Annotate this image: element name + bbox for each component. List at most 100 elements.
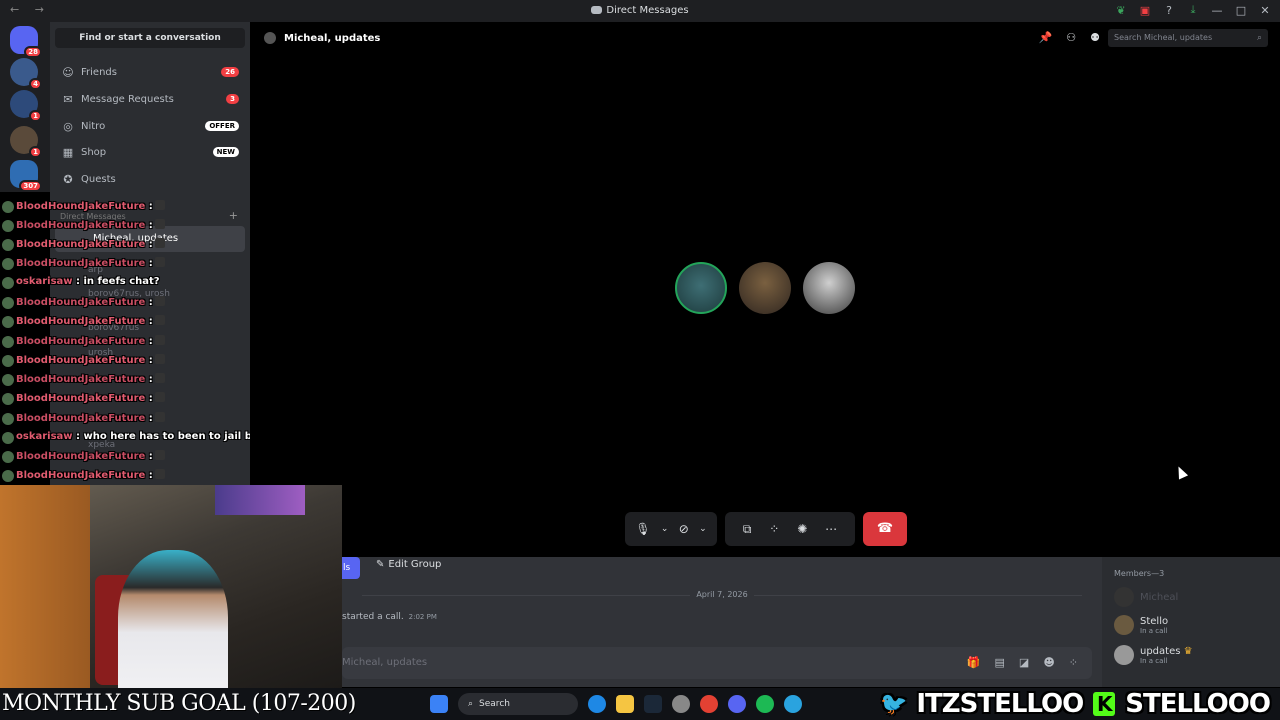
activities-icon[interactable]: ⁘	[769, 522, 779, 536]
details-tab[interactable]: ls	[342, 557, 360, 579]
chat-username: BloodHoundJakeFuture	[16, 239, 146, 250]
gift-icon[interactable]: 🎁	[967, 656, 981, 669]
nitro-icon: ◎	[63, 120, 73, 133]
search-input[interactable]: Search Micheal, updates ⌕	[1108, 29, 1268, 47]
members-icon[interactable]: ⚉	[1090, 31, 1100, 44]
end-call-button[interactable]: ☎	[863, 512, 907, 546]
chat-message: :	[148, 470, 153, 481]
chat-line: BloodHoundJakeFuture :	[16, 219, 165, 231]
message-input-actions: 🎁 ▤ ◪ ☻ ⁘	[967, 656, 1078, 669]
members-panel: Members—3 Micheal Stello In a call update…	[1102, 557, 1280, 687]
participant-avatar[interactable]	[675, 262, 727, 314]
member-status: In a call	[1140, 656, 1168, 665]
avatar	[1114, 645, 1134, 665]
chat-username: BloodHoundJakeFuture	[16, 316, 146, 327]
chrome-icon[interactable]	[700, 695, 718, 713]
search-icon: ⌕	[468, 699, 474, 709]
chat-message: :	[148, 355, 153, 366]
window-title-text: Direct Messages	[606, 5, 689, 16]
title-bar-controls: ❦ ▣ ? ⤓ — □ ✕	[1114, 3, 1272, 17]
chevron-down-icon[interactable]: ⌄	[699, 524, 707, 534]
edit-group-button[interactable]: ✎ Edit Group	[376, 559, 441, 570]
microphone-icon[interactable]: 🎙	[635, 522, 650, 536]
pencil-icon: ✎	[376, 559, 385, 570]
emote-icon	[154, 257, 165, 267]
find-conversation-button[interactable]: Find or start a conversation	[55, 28, 245, 48]
chat-avatar	[2, 374, 14, 386]
sticker-icon[interactable]: ◪	[1019, 656, 1029, 669]
chat-message: :	[148, 297, 153, 308]
help-icon[interactable]: ?	[1162, 3, 1176, 17]
sidebar-item-label: Message Requests	[81, 93, 174, 105]
chat-username: BloodHoundJakeFuture	[16, 336, 146, 347]
soundboard-icon[interactable]: ✺	[797, 522, 807, 536]
minimize-icon[interactable]: —	[1210, 3, 1224, 17]
search-placeholder: Search Micheal, updates	[1114, 33, 1213, 42]
server-icon[interactable]: 1	[10, 126, 42, 158]
sidebar-item-label: Friends	[81, 66, 117, 78]
sidebar-item-shop[interactable]: ▦ Shop NEW	[55, 140, 245, 164]
add-friend-icon[interactable]: ⚇	[1066, 31, 1076, 44]
chevron-down-icon[interactable]: ⌄	[661, 524, 669, 534]
inbox-icon[interactable]: ▣	[1138, 3, 1152, 17]
member-name: Micheal	[1140, 591, 1179, 603]
member-name: Stello	[1140, 615, 1169, 627]
spotify-icon[interactable]	[756, 695, 774, 713]
chat-avatar	[2, 336, 14, 348]
emote-icon	[154, 219, 165, 229]
more-icon[interactable]: ⋯	[825, 522, 837, 536]
server-badge: 1	[29, 146, 42, 158]
participant-avatar[interactable]	[803, 262, 855, 314]
app-icon[interactable]	[672, 695, 690, 713]
chat-line: BloodHoundJakeFuture :	[16, 373, 165, 385]
apps-icon[interactable]: ⁘	[1069, 656, 1078, 669]
chat-username: BloodHoundJakeFuture	[16, 470, 146, 481]
chat-line: BloodHoundJakeFuture :	[16, 450, 165, 462]
chat-avatar	[2, 258, 14, 270]
call-title: Micheal, updates	[284, 32, 381, 44]
member-item[interactable]: Micheal	[1114, 587, 1178, 607]
edge-icon[interactable]	[588, 695, 606, 713]
folder-icon[interactable]	[616, 695, 634, 713]
close-icon[interactable]: ✕	[1258, 3, 1272, 17]
participant-avatar[interactable]	[739, 262, 791, 314]
gif-icon[interactable]: ▤	[995, 656, 1005, 669]
sidebar-item-friends[interactable]: ☺ Friends 26	[55, 60, 245, 84]
chat-avatar	[2, 201, 14, 213]
steam-icon[interactable]	[644, 695, 662, 713]
chat-avatar	[2, 277, 14, 289]
emote-icon	[154, 296, 165, 306]
stream-bar: MONTHLY SUB GOAL (107-200) ⌕ Search 🐦 ITZ…	[0, 688, 1280, 720]
member-name: updates	[1140, 645, 1181, 657]
chat-message: :	[148, 336, 153, 347]
sidebar-item-message-requests[interactable]: ✉ Message Requests 3	[55, 87, 245, 111]
telegram-icon[interactable]	[784, 695, 802, 713]
camera-off-icon[interactable]: ⊘	[679, 522, 689, 536]
member-item[interactable]: Stello In a call	[1114, 615, 1168, 635]
member-item[interactable]: updates ♛ In a call	[1114, 645, 1193, 665]
taskbar: ⌕ Search	[430, 688, 870, 720]
member-name-row: updates ♛	[1140, 646, 1193, 657]
message-input[interactable]: Micheal, updates 🎁 ▤ ◪ ☻ ⁘	[342, 647, 1092, 679]
download-icon[interactable]: ⤓	[1186, 3, 1200, 17]
crown-icon: ♛	[1183, 645, 1193, 657]
pin-icon[interactable]: 📌	[1039, 31, 1053, 44]
maximize-icon[interactable]: □	[1234, 3, 1248, 17]
taskbar-search[interactable]: ⌕ Search	[458, 693, 578, 715]
sidebar-item-nitro[interactable]: ◎ Nitro OFFER	[55, 114, 245, 138]
emoji-icon[interactable]: ☻	[1043, 656, 1054, 669]
discord-icon[interactable]	[728, 695, 746, 713]
emote-icon	[154, 392, 165, 402]
streamer-image	[118, 550, 228, 690]
server-rail: 28 4 1 1 307	[0, 22, 50, 192]
windows-start-icon[interactable]	[430, 695, 448, 713]
home-server-icon[interactable]: 28	[10, 26, 42, 58]
chat-message: : in feefs chat?	[76, 276, 160, 287]
server-icon[interactable]: 1	[10, 90, 42, 122]
screen-share-icon[interactable]: ⧉	[743, 522, 752, 537]
twitter-handle: ITZSTELLOO	[916, 689, 1084, 719]
chat-line: BloodHoundJakeFuture :	[16, 238, 165, 250]
server-icon[interactable]: 4	[10, 58, 42, 90]
leaf-icon[interactable]: ❦	[1114, 3, 1128, 17]
emote-icon	[154, 335, 165, 345]
